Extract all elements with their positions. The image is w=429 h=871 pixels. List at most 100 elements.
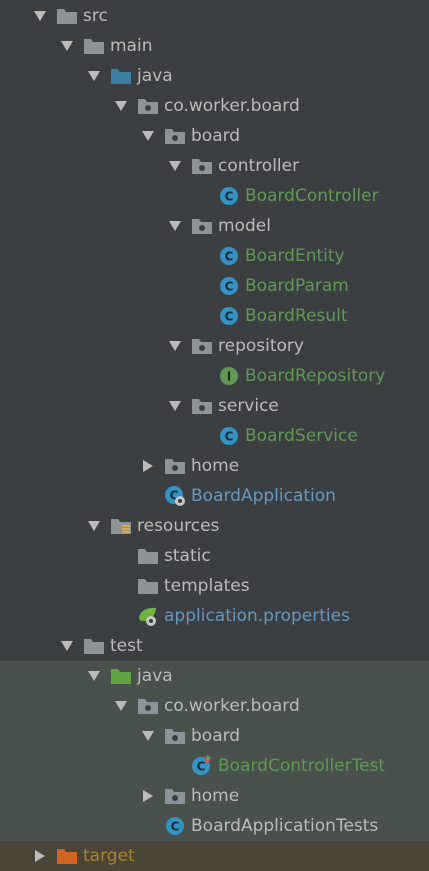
tree-node-target[interactable]: target	[0, 841, 429, 871]
chevron-down-icon[interactable]	[111, 691, 131, 721]
tree-node-java[interactable]: java	[0, 61, 429, 91]
folder-icon	[83, 36, 105, 56]
tree-node-co-worker-board[interactable]: co.worker.board	[0, 691, 429, 721]
package-icon	[191, 396, 213, 416]
tree-node-label: BoardApplicationTests	[191, 816, 379, 836]
svg-text:C: C	[225, 430, 234, 444]
svg-text:C: C	[225, 280, 234, 294]
tree-node-label: home	[191, 456, 240, 476]
tree-node-templates[interactable]: templates	[0, 571, 429, 601]
tree-node-static[interactable]: static	[0, 541, 429, 571]
tree-node-test[interactable]: test	[0, 631, 429, 661]
source-root-folder-icon	[110, 66, 132, 86]
tree-node-boardapplication[interactable]: C BoardApplication	[0, 481, 429, 511]
tree-node-boardcontroller[interactable]: C BoardController	[0, 181, 429, 211]
tree-node-label: BoardService	[245, 426, 358, 446]
tree-node-main[interactable]: main	[0, 31, 429, 61]
chevron-down-icon[interactable]	[84, 511, 104, 541]
resources-folder-icon	[110, 516, 132, 536]
chevron-down-icon[interactable]	[165, 151, 185, 181]
tree-node-boardentity[interactable]: C BoardEntity	[0, 241, 429, 271]
tree-node-boardresult[interactable]: C BoardResult	[0, 301, 429, 331]
chevron-right-icon[interactable]	[138, 451, 158, 481]
tree-node-label: BoardEntity	[245, 246, 345, 266]
tree-node-label: home	[191, 786, 240, 806]
svg-text:C: C	[225, 250, 234, 264]
chevron-down-icon[interactable]	[165, 391, 185, 421]
tree-node-resources[interactable]: resources	[0, 511, 429, 541]
tree-node-label: BoardRepository	[245, 366, 386, 386]
test-root-folder-icon	[110, 666, 132, 686]
tree-node-co-worker-board[interactable]: co.worker.board	[0, 91, 429, 121]
interface-icon: I	[218, 366, 240, 386]
tree-node-label: controller	[218, 156, 300, 176]
tree-node-application-properties[interactable]: application.properties	[0, 601, 429, 631]
chevron-down-icon[interactable]	[30, 1, 50, 31]
chevron-down-icon[interactable]	[57, 31, 77, 61]
tree-node-home[interactable]: home	[0, 451, 429, 481]
tree-node-model[interactable]: model	[0, 211, 429, 241]
chevron-down-icon[interactable]	[57, 631, 77, 661]
tree-node-label: java	[137, 66, 173, 86]
chevron-down-icon[interactable]	[84, 661, 104, 691]
tree-node-label: test	[110, 636, 143, 656]
tree-node-board[interactable]: board	[0, 121, 429, 151]
tree-node-repository[interactable]: repository	[0, 331, 429, 361]
chevron-down-icon[interactable]	[138, 721, 158, 751]
package-icon	[137, 696, 159, 716]
svg-text:C: C	[225, 190, 234, 204]
tree-node-boardservice[interactable]: C BoardService	[0, 421, 429, 451]
tree-node-controller[interactable]: controller	[0, 151, 429, 181]
tree-node-label: templates	[164, 576, 250, 596]
spring-boot-class-icon: C	[164, 486, 186, 506]
tree-node-label: co.worker.board	[164, 96, 300, 116]
package-icon	[164, 786, 186, 806]
tree-node-label: BoardController	[245, 186, 379, 206]
tree-node-java[interactable]: java	[0, 661, 429, 691]
package-icon	[191, 336, 213, 356]
chevron-down-icon[interactable]	[165, 211, 185, 241]
tree-node-label: repository	[218, 336, 304, 356]
package-icon	[191, 216, 213, 236]
tree-node-label: BoardApplication	[191, 486, 336, 506]
tree-node-boardapplicationtests[interactable]: C BoardApplicationTests	[0, 811, 429, 841]
tree-node-label: resources	[137, 516, 220, 536]
svg-text:C: C	[225, 310, 234, 324]
folder-icon	[56, 6, 78, 26]
excluded-folder-icon	[56, 846, 78, 866]
spring-properties-icon	[137, 606, 159, 626]
tree-node-board[interactable]: board	[0, 721, 429, 751]
package-icon	[164, 726, 186, 746]
tree-node-service[interactable]: service	[0, 391, 429, 421]
package-icon	[191, 156, 213, 176]
tree-node-src[interactable]: src	[0, 1, 429, 31]
tree-node-label: board	[191, 726, 241, 746]
svg-text:C: C	[171, 820, 180, 834]
tree-node-label: BoardResult	[245, 306, 348, 326]
chevron-right-icon[interactable]	[138, 781, 158, 811]
chevron-down-icon[interactable]	[84, 61, 104, 91]
tree-node-boardrepository[interactable]: I BoardRepository	[0, 361, 429, 391]
tree-node-boardcontrollertest[interactable]: C BoardControllerTest	[0, 751, 429, 781]
tree-node-label: BoardControllerTest	[218, 756, 386, 776]
tree-node-label: src	[83, 6, 108, 26]
tree-node-home[interactable]: home	[0, 781, 429, 811]
folder-icon	[83, 636, 105, 656]
package-icon	[164, 126, 186, 146]
tree-node-boardparam[interactable]: C BoardParam	[0, 271, 429, 301]
package-icon	[137, 96, 159, 116]
tree-node-label: board	[191, 126, 241, 146]
class-icon: C	[164, 816, 186, 836]
test-class-icon: C	[191, 755, 213, 776]
tree-node-label: model	[218, 216, 271, 236]
chevron-right-icon[interactable]	[30, 841, 50, 871]
chevron-down-icon[interactable]	[138, 121, 158, 151]
class-icon: C	[218, 306, 240, 326]
class-icon: C	[218, 426, 240, 446]
chevron-down-icon[interactable]	[111, 91, 131, 121]
tree-node-label: main	[110, 36, 153, 56]
class-icon: C	[218, 186, 240, 206]
svg-text:I: I	[227, 370, 231, 384]
chevron-down-icon[interactable]	[165, 331, 185, 361]
folder-icon	[137, 576, 159, 596]
